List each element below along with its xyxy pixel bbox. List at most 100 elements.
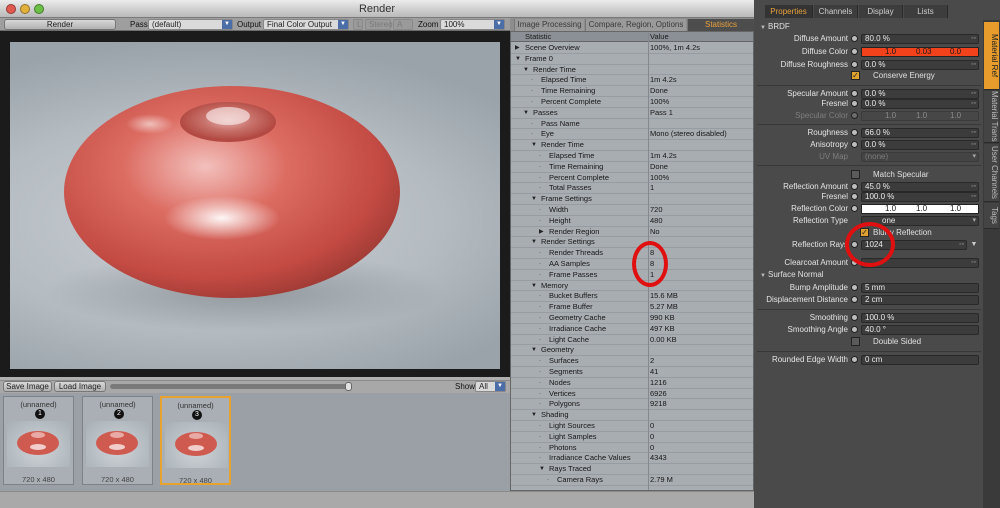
output-select[interactable]: Final Color Output ▼ [263,19,349,30]
specular-amount-field[interactable]: 0.0 % ◦◦ [861,89,979,99]
roughness-field[interactable]: 66.0 % ◦◦ [861,128,979,138]
thumbnail-1[interactable]: (unnamed) 1 720 x 480 [3,396,74,485]
surface-normal-section[interactable]: ▼ Surface Normal [760,270,824,281]
expand-down-icon[interactable]: ▼ [531,281,537,292]
value-column-header[interactable]: Value [650,32,669,42]
diffuse-color-link-icon[interactable] [851,48,858,55]
statistic-row[interactable]: · Height 480 [511,216,753,227]
statistic-row[interactable]: · Geometry Cache 990 KB [511,313,753,324]
slider-knob-icon[interactable]: ◦◦ [964,259,976,267]
reflection-fresnel-link-icon[interactable] [851,193,858,200]
tab-image-processing[interactable]: Image Processing [514,19,584,31]
smoothing-angle-link-icon[interactable] [851,326,858,333]
statistic-row[interactable]: ▼ Memory [511,281,753,292]
uv-map-select[interactable]: (none) ▾ [861,152,979,162]
load-image-button[interactable]: Load Image [54,381,106,392]
zoom-window-icon[interactable] [34,4,44,14]
anisotropy-field[interactable]: 0.0 % ◦◦ [861,140,979,150]
specular-amount-link-icon[interactable] [851,90,858,97]
statistic-row[interactable]: · Nodes 1216 [511,378,753,389]
statistic-row[interactable]: · Light Sources 0 [511,421,753,432]
statistic-row[interactable]: · Time Remaining Done [511,86,753,97]
statistic-row[interactable]: · Photons 0 [511,443,753,454]
statistic-row[interactable]: · Segments 41 [511,367,753,378]
match-specular-checkbox[interactable] [851,170,860,179]
tab-statistics[interactable]: Statistics [687,19,754,31]
slider-knob-icon[interactable]: ◦◦ [964,100,976,108]
statistic-row[interactable]: ▼ Render Settings [511,237,753,249]
brdf-section[interactable]: ▼ BRDF [760,22,790,33]
slider-knob-icon[interactable]: ◦◦ [964,183,976,191]
thumbnail-3[interactable]: (unnamed) 3 720 x 480 [160,396,231,485]
expand-down-icon[interactable]: ▼ [531,237,537,248]
statistic-row[interactable]: · Surfaces 2 [511,356,753,367]
render-button[interactable]: Render [4,19,116,30]
tab-tags[interactable]: Tags [984,203,999,229]
statistic-row[interactable]: · Elapsed Time 1m 4.2s [511,75,753,87]
save-image-button[interactable]: Save Image [3,381,52,392]
slider-knob-icon[interactable]: ◦◦ [952,241,964,249]
statistic-row[interactable]: · Irradiance Cache Values 4343 [511,453,753,465]
reflection-fresnel-field[interactable]: 100.0 % ◦◦ [861,192,979,202]
statistic-row[interactable]: ▼ Render Time [511,65,753,76]
stereo-toggle[interactable]: L [353,19,363,30]
thumbnail-2[interactable]: (unnamed) 2 720 x 480 [82,396,153,485]
statistic-row[interactable]: ▶ Render Region No [511,227,753,238]
roughness-link-icon[interactable] [851,129,858,136]
thumbnail-size-slider[interactable] [110,384,350,389]
statistic-row[interactable]: · Light Cache 0.00 KB [511,335,753,346]
fresnel-link-icon[interactable] [851,100,858,107]
statistic-row[interactable]: · Width 720 [511,205,753,216]
zoom-select[interactable]: 100% ▼ [440,19,505,30]
stereo-eye-select[interactable]: A [393,19,413,30]
slider-knob-icon[interactable]: ◦◦ [964,129,976,137]
tab-channels[interactable]: Channels [814,5,858,18]
diffuse-amount-link-icon[interactable] [851,35,858,42]
bump-amplitude-link-icon[interactable] [851,284,858,291]
statistic-row[interactable]: ▼ Rays Traced [511,464,753,475]
title-bar[interactable]: Render [0,0,754,18]
bump-amplitude-field[interactable]: 5 mm [861,283,979,293]
specular-color-field[interactable]: 1.0 1.0 1.0 [861,111,979,121]
reflection-rays-dropdown-icon[interactable]: ▼ [969,240,979,250]
slider-knob-icon[interactable]: ◦◦ [964,35,976,43]
reflection-amount-link-icon[interactable] [851,183,858,190]
tab-compare-region-options[interactable]: Compare, Region, Options [585,19,686,31]
displacement-distance-field[interactable]: 2 cm [861,295,979,305]
statistic-row[interactable]: · Vertices 6926 [511,389,753,400]
diffuse-amount-field[interactable]: 80.0 % ◦◦ [861,34,979,44]
expand-down-icon[interactable]: ▼ [531,140,537,151]
statistic-row[interactable]: · Elapsed Time 1m 4.2s [511,151,753,162]
expand-down-icon[interactable]: ▼ [531,410,537,421]
tab-properties[interactable]: Properties [765,5,813,18]
slider-knob-icon[interactable]: ◦◦ [964,193,976,201]
expand-right-icon[interactable]: ▶ [515,43,520,54]
statistic-row[interactable]: ▼ Passes Pass 1 [511,108,753,119]
rounded-edge-link-icon[interactable] [851,356,858,363]
anisotropy-link-icon[interactable] [851,141,858,148]
statistic-row[interactable]: · Light Samples 0 [511,432,753,443]
smoothing-field[interactable]: 100.0 % [861,313,979,323]
statistic-row[interactable]: · Eye Mono (stereo disabled) [511,129,753,141]
slider-handle[interactable] [345,382,352,391]
expand-down-icon[interactable]: ▼ [515,54,521,65]
tab-lists[interactable]: Lists [904,5,948,18]
reflection-color-field[interactable]: 1.0 1.0 1.0 [861,204,979,214]
statistic-row[interactable]: · Pass Name [511,119,753,130]
minimize-window-icon[interactable] [20,4,30,14]
expand-down-icon[interactable]: ▼ [523,65,529,76]
diffuse-roughness-link-icon[interactable] [851,61,858,68]
pass-select[interactable]: (default) ▼ [148,19,233,30]
tab-display[interactable]: Display [859,5,903,18]
render-viewport[interactable] [0,31,510,377]
statistic-row[interactable]: ▼ Render Time [511,140,753,151]
statistic-row[interactable]: · Frame Buffer 5.27 MB [511,302,753,313]
double-sided-checkbox[interactable] [851,337,860,346]
statistic-row[interactable]: · Irradiance Cache 497 KB [511,324,753,335]
statistic-row[interactable]: · Camera Rays 2.79 M [511,475,753,486]
expand-down-icon[interactable]: ▼ [531,345,537,356]
specular-color-link-icon[interactable] [851,112,858,119]
tab-material-trans[interactable]: Material Trans [984,91,999,143]
tab-material-ref[interactable]: Material Ref [984,22,999,90]
expand-down-icon[interactable]: ▼ [531,194,537,205]
